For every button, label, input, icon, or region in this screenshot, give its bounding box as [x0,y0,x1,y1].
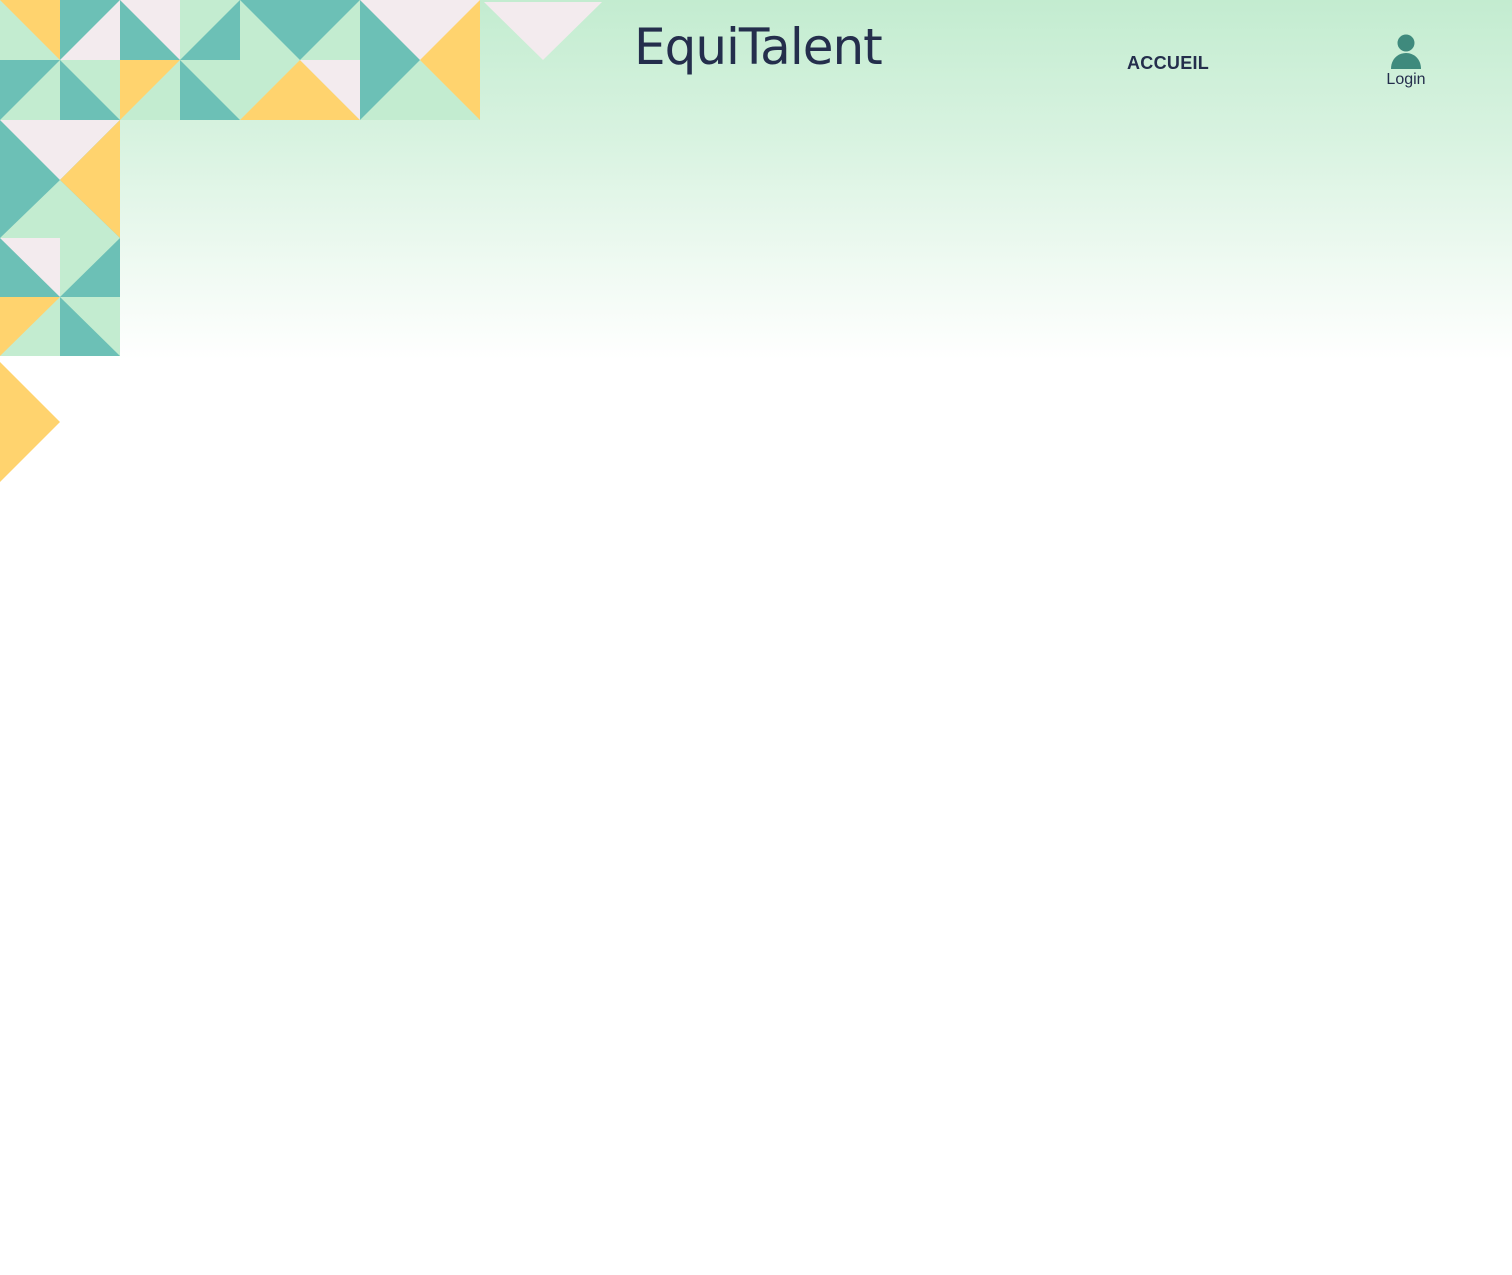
geometric-pattern [0,0,602,482]
nav-home-link[interactable]: ACCUEIL [1127,53,1209,74]
login-label: Login [1386,71,1426,88]
login-button[interactable]: Login [1380,33,1432,89]
brand-logo[interactable]: EquiTalent [634,22,883,72]
user-icon [1391,34,1421,69]
